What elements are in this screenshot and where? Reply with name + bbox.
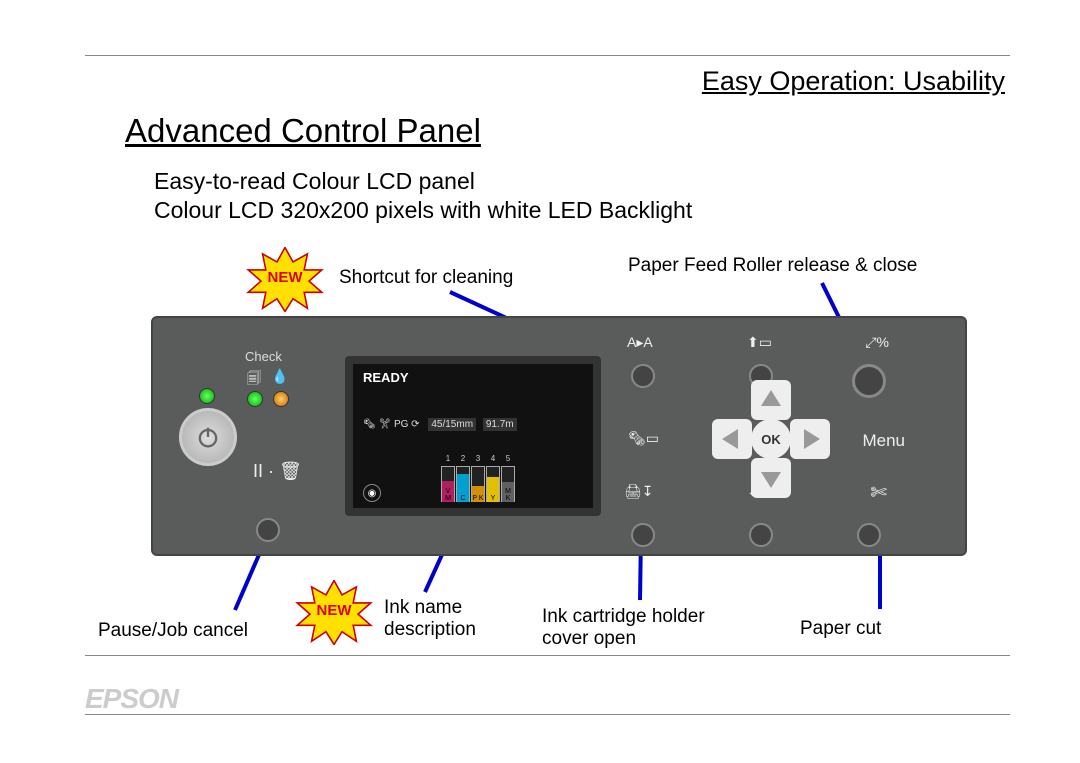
ink-tank: 3P K <box>471 466 485 502</box>
ink-tank: 4Y <box>486 466 500 502</box>
check-led-orange <box>273 391 289 407</box>
pause-trash-icon: II · 🗑 <box>253 461 302 482</box>
feed-up-icon: ⬆▭ <box>747 334 772 351</box>
dpad-left[interactable] <box>712 419 752 459</box>
bottom-rule-2 <box>85 714 1010 715</box>
lcd-status: READY <box>363 370 409 385</box>
epson-logo: EPSON <box>85 683 178 715</box>
top-rule <box>85 55 1010 56</box>
power-button[interactable] <box>179 408 237 466</box>
new-badge-ink-name: NEW <box>294 580 374 645</box>
check-label: Check <box>245 349 282 364</box>
paper-cut-button[interactable] <box>857 523 881 547</box>
disc-icon: ◉ <box>363 484 381 502</box>
page-title: Advanced Control Panel <box>125 112 481 150</box>
callout-ink-name: Ink name description <box>384 597 476 641</box>
clean-shortcut-button[interactable] <box>631 364 655 388</box>
cartridge-cover-button[interactable] <box>631 523 655 547</box>
dpad: OK <box>712 380 830 498</box>
power-led <box>199 388 215 404</box>
new-badge-cleaning: NEW <box>245 247 325 312</box>
roller-release-button[interactable] <box>852 364 886 398</box>
dpad-right[interactable] <box>790 419 830 459</box>
power-icon <box>194 423 222 451</box>
lcd-screen: READY 🗞 ✂ PG ⟳ 45/15mm 91.7m 1V M2C3P K4… <box>345 356 601 516</box>
roller-icon: ⤢% <box>865 334 889 351</box>
menu-label: Menu <box>862 431 905 451</box>
ink-tank: 2C <box>456 466 470 502</box>
callout-cartridge: Ink cartridge holder cover open <box>542 606 705 650</box>
dpad-up[interactable] <box>751 380 791 420</box>
callout-shortcut-cleaning: Shortcut for cleaning <box>339 267 513 289</box>
control-panel: Check 🗐 💧 II · 🗑 READY 🗞 ✂ PG ⟳ 45/15mm … <box>151 316 967 556</box>
subtitle-2: Colour LCD 320x200 pixels with white LED… <box>154 197 692 224</box>
scissors-icon: ✄ <box>870 480 887 505</box>
callout-pause: Pause/Job cancel <box>98 620 248 642</box>
roll-sheet-icon: 🗞▭ <box>628 430 659 447</box>
callout-paper-cut: Paper cut <box>800 618 881 640</box>
subtitle-1: Easy-to-read Colour LCD panel <box>154 168 475 195</box>
ink-tanks: 1V M2C3P K4Y5M K <box>441 466 515 502</box>
ink-drop-icon: 💧 <box>271 368 288 385</box>
lcd-info: 🗞 ✂ PG ⟳ 45/15mm 91.7m <box>363 419 517 430</box>
auto-a-icon: A▸A <box>627 334 653 351</box>
ok-button[interactable]: OK <box>751 419 791 459</box>
callout-paper-feed: Paper Feed Roller release & close <box>628 255 917 277</box>
ink-tank: 5M K <box>501 466 515 502</box>
feed-down-button[interactable] <box>749 523 773 547</box>
paper-icon: 🗐 <box>247 368 261 392</box>
pause-cancel-button[interactable] <box>256 518 280 542</box>
check-led-green <box>247 391 263 407</box>
bottom-rule-1 <box>85 655 1010 656</box>
cartridge-icon: 🖨↧ <box>624 483 654 500</box>
ink-tank: 1V M <box>441 466 455 502</box>
header-category: Easy Operation: Usability <box>702 66 1005 97</box>
dpad-down[interactable] <box>751 458 791 498</box>
